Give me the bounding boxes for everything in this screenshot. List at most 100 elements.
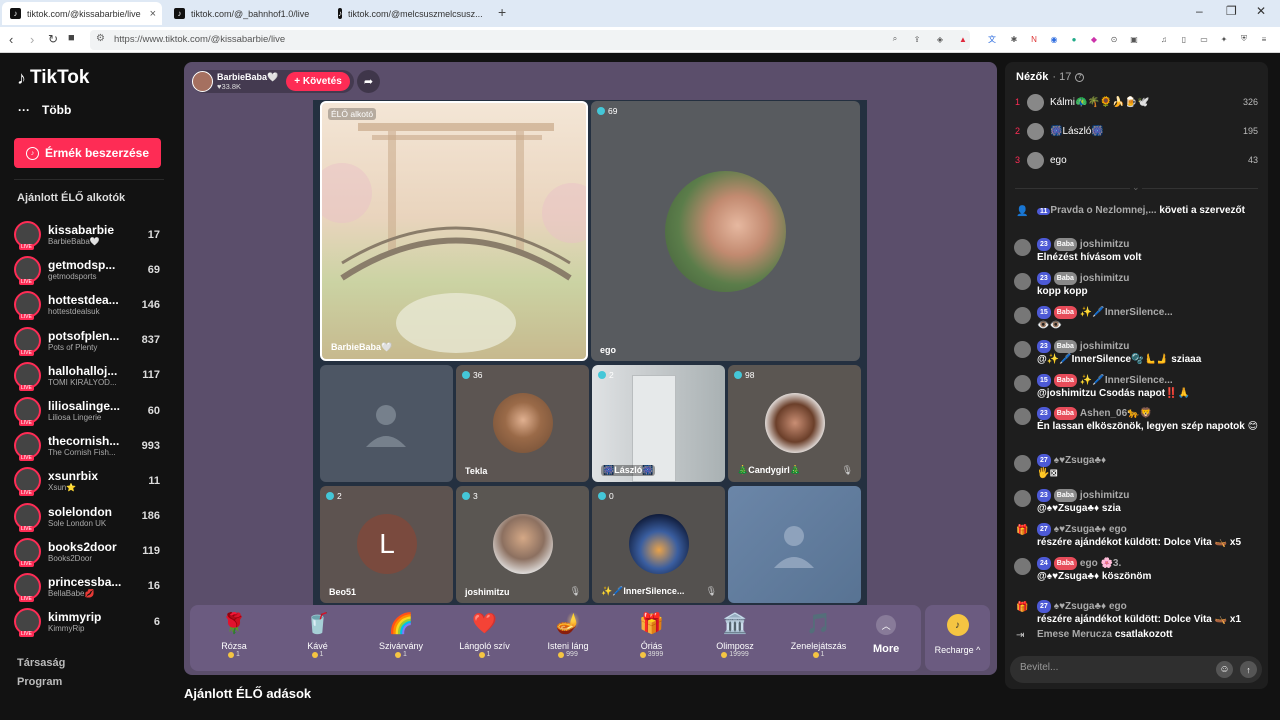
chat-follow-message[interactable]: 👤 11 Pravda o Nezlomnej,... követi a szerv… <box>1014 204 1259 218</box>
chat-message[interactable]: 23 Baba Ashen_06🐆🦁 Én lassan elköszönök, le… <box>1014 407 1259 433</box>
gift-item[interactable]: 🌈 Szivárvány 1 <box>362 611 440 658</box>
menu-icon[interactable]: ≡ <box>1258 33 1270 45</box>
chat-avatar[interactable] <box>1014 490 1031 507</box>
chat-username[interactable]: Pravda o Nezlomnej,... <box>1050 205 1156 216</box>
help-icon[interactable]: ? <box>1075 72 1085 82</box>
gift-item[interactable]: 🎵 Zenelejátszás 1 <box>780 611 858 658</box>
wallet-icon[interactable]: ▭ <box>1198 33 1210 45</box>
creator-list-item[interactable]: LIVE thecornish... The Cornish Fish... 993 <box>14 428 164 463</box>
guest-cell-beo51[interactable]: L 2 Beo51 <box>320 486 453 603</box>
chat-join-message[interactable]: ⇥ Emese Merucza csatlakozott <box>1014 628 1259 641</box>
creator-list-item[interactable]: LIVE kimmyrip KimmyRip 6 <box>14 604 164 639</box>
share-icon[interactable]: ➦ <box>357 70 380 93</box>
creator-list-item[interactable]: LIVE liliosalinge... Liliosa Lingerie 60 <box>14 393 164 428</box>
chat-avatar[interactable] <box>1014 307 1031 324</box>
chat-username[interactable]: joshimitzu <box>1080 489 1129 502</box>
gift-item[interactable]: 🪔 Isteni láng 999 <box>529 611 607 658</box>
chat-username[interactable]: ♠♥Zsuga♣♦ ego <box>1054 600 1127 613</box>
footer-link-company[interactable]: Társaság <box>17 657 65 669</box>
chat-username[interactable]: ✨🖊️InnerSilence... <box>1080 306 1173 319</box>
creator-list-item[interactable]: LIVE kissabarbie BarbieBaba🤍 17 <box>14 217 164 252</box>
brave-shield-icon[interactable]: ◈ <box>934 33 946 45</box>
extension-icon[interactable]: N <box>1028 33 1040 45</box>
gift-item[interactable]: 🎁 Óriás 3999 <box>613 611 691 658</box>
minimize-icon[interactable]: – <box>1196 4 1203 18</box>
guest-cell-ego[interactable]: 69 ego <box>591 101 860 361</box>
chat-message[interactable]: 24 Baba ego 🌸3. @♠♥Zsuga♣♦ köszönöm <box>1014 557 1259 583</box>
gift-item[interactable]: 🥤 Kávé 1 <box>279 611 357 658</box>
url-field[interactable]: ⚙ https://www.tiktok.com/@kissabarbie/li… <box>90 30 970 50</box>
creator-list-item[interactable]: LIVE solelondon Sole London UK 186 <box>14 499 164 534</box>
browser-tab-2[interactable]: ♪ tiktok.com/@_bahnhof1.0/live <box>166 2 326 25</box>
top-viewer-row[interactable]: 1 Kálmi🦚🌴🌻🍌🍺🕊️ 326 <box>1015 92 1258 112</box>
guest-cell-tekla[interactable]: 36 Tekla <box>456 365 589 482</box>
rewards-icon[interactable]: ▲ <box>957 33 969 45</box>
chat-message[interactable]: 23 Baba joshimitzu Elnézést hívásom volt <box>1014 238 1259 264</box>
chat-message[interactable]: 15 Baba ✨🖊️InnerSilence... @joshimitzu Csod… <box>1014 374 1259 400</box>
chat-message[interactable]: 15 Baba ✨🖊️InnerSilence... 👁️👁️ <box>1014 306 1259 332</box>
creator-list-item[interactable]: LIVE xsunrbix Xsun⭐ 11 <box>14 463 164 498</box>
close-tab-icon[interactable]: × <box>150 8 156 20</box>
chat-message[interactable]: 23 Baba joshimitzu @✨🖊️InnerSilence🫧🫷🫸 szia… <box>1014 340 1259 366</box>
chat-message[interactable]: 23 Baba joshimitzu kopp kopp <box>1014 272 1259 298</box>
extension-icon[interactable]: ◆ <box>1088 33 1100 45</box>
extension-icon[interactable]: ✱ <box>1008 33 1020 45</box>
gift-item[interactable]: 🏛️ Olimposz 19999 <box>696 611 774 658</box>
creator-list-item[interactable]: LIVE hottestdea... hottestdealsuk 146 <box>14 287 164 322</box>
host-avatar[interactable] <box>192 71 213 92</box>
send-icon[interactable]: ↑ <box>1240 661 1257 678</box>
extension-icon[interactable]: ◉ <box>1048 33 1060 45</box>
creator-list-item[interactable]: LIVE princessba... BellaBabe💋 16 <box>14 569 164 604</box>
chat-avatar[interactable] <box>1014 341 1031 358</box>
browser-tab-1[interactable]: ♪ tiktok.com/@kissabarbie/live × <box>2 2 162 25</box>
creator-list-item[interactable]: LIVE getmodsp... getmodsports 69 <box>14 252 164 287</box>
guest-cell-candygirl[interactable]: 98 🎄Candygirl🎄 🎙 <box>728 365 861 482</box>
host-video-cell[interactable]: ÉLŐ alkotó BarbieBaba🤍 <box>320 101 588 361</box>
chat-username[interactable]: joshimitzu <box>1080 238 1129 251</box>
extension-icon[interactable]: ▣ <box>1128 33 1140 45</box>
sidebar-toggle-icon[interactable]: ▯ <box>1178 33 1190 45</box>
zoom-icon[interactable]: ⌕ <box>889 33 901 45</box>
chat-username[interactable]: Emese Merucza <box>1037 629 1112 640</box>
back-icon[interactable]: ‹ <box>9 32 13 47</box>
chat-username[interactable]: ego 🌸3. <box>1080 557 1121 570</box>
chat-username[interactable]: ✨🖊️InnerSilence... <box>1080 374 1173 387</box>
browser-tab-3[interactable]: ♪ tiktok.com/@melcsuszmelcsusz... <box>330 2 490 25</box>
new-tab-icon[interactable]: + <box>498 4 506 20</box>
chat-username[interactable]: Ashen_06🐆🦁 <box>1080 407 1152 420</box>
site-settings-icon[interactable]: ⚙ <box>96 33 105 44</box>
chat-input[interactable] <box>1020 662 1210 673</box>
guest-cell-laszlo[interactable]: 2 🎆László🎆 <box>592 365 725 482</box>
follow-button[interactable]: + Követés <box>286 72 350 91</box>
get-coins-button[interactable]: ♪ Érmék beszerzése <box>14 138 161 168</box>
leo-icon[interactable]: ✦ <box>1218 33 1230 45</box>
empty-guest-slot[interactable] <box>320 365 453 482</box>
chat-gift-message[interactable]: 🎁 27 ♠♥Zsuga♣♦ ego részére ajándékot küldöt… <box>1014 523 1259 549</box>
extension-icon[interactable]: ⊙ <box>1108 33 1120 45</box>
gift-item[interactable]: ❤️ Lángoló szív 1 <box>446 611 524 658</box>
vpn-icon[interactable]: ⛨ <box>1238 33 1250 45</box>
chat-username[interactable]: joshimitzu <box>1080 340 1129 353</box>
more-menu[interactable]: ··· Több <box>18 103 71 117</box>
chat-message[interactable]: 23 Baba joshimitzu @♠♥Zsuga♣♦ szia <box>1014 489 1259 515</box>
emoji-icon[interactable]: ☺ <box>1216 661 1233 678</box>
host-info-bar[interactable]: BarbieBaba🤍 ♥33.8K + Követés <box>192 70 354 93</box>
chevron-down-icon[interactable]: ⌄ <box>1130 182 1142 193</box>
creator-list-item[interactable]: LIVE potsofplen... Pots of Plenty 837 <box>14 323 164 358</box>
chat-message[interactable]: 27 ♠♥Zsuga♣♦ 🖐️⊠ <box>1014 454 1259 480</box>
guest-cell-joshimitzu[interactable]: 3 joshimitzu 🎙 <box>456 486 589 603</box>
maximize-icon[interactable]: ❐ <box>1226 4 1237 18</box>
chat-username[interactable]: ♠♥Zsuga♣♦ ego <box>1054 523 1127 536</box>
gift-item[interactable]: 🌹 Rózsa 1 <box>195 611 273 658</box>
top-viewer-row[interactable]: 2 🎆László🎆 195 <box>1015 121 1258 141</box>
top-viewer-row[interactable]: 3 ego 43 <box>1015 150 1258 170</box>
tiktok-logo[interactable]: ♪ TikTok <box>17 67 89 89</box>
chat-avatar[interactable] <box>1014 408 1031 425</box>
music-icon[interactable]: ♫ <box>1158 33 1170 45</box>
chat-avatar[interactable] <box>1014 558 1031 575</box>
extension-icon[interactable]: ● <box>1068 33 1080 45</box>
close-window-icon[interactable]: ✕ <box>1256 4 1266 18</box>
chat-username[interactable]: ♠♥Zsuga♣♦ <box>1054 454 1106 467</box>
forward-icon[interactable]: › <box>30 32 34 47</box>
bookmark-icon[interactable]: ■ <box>68 32 75 44</box>
